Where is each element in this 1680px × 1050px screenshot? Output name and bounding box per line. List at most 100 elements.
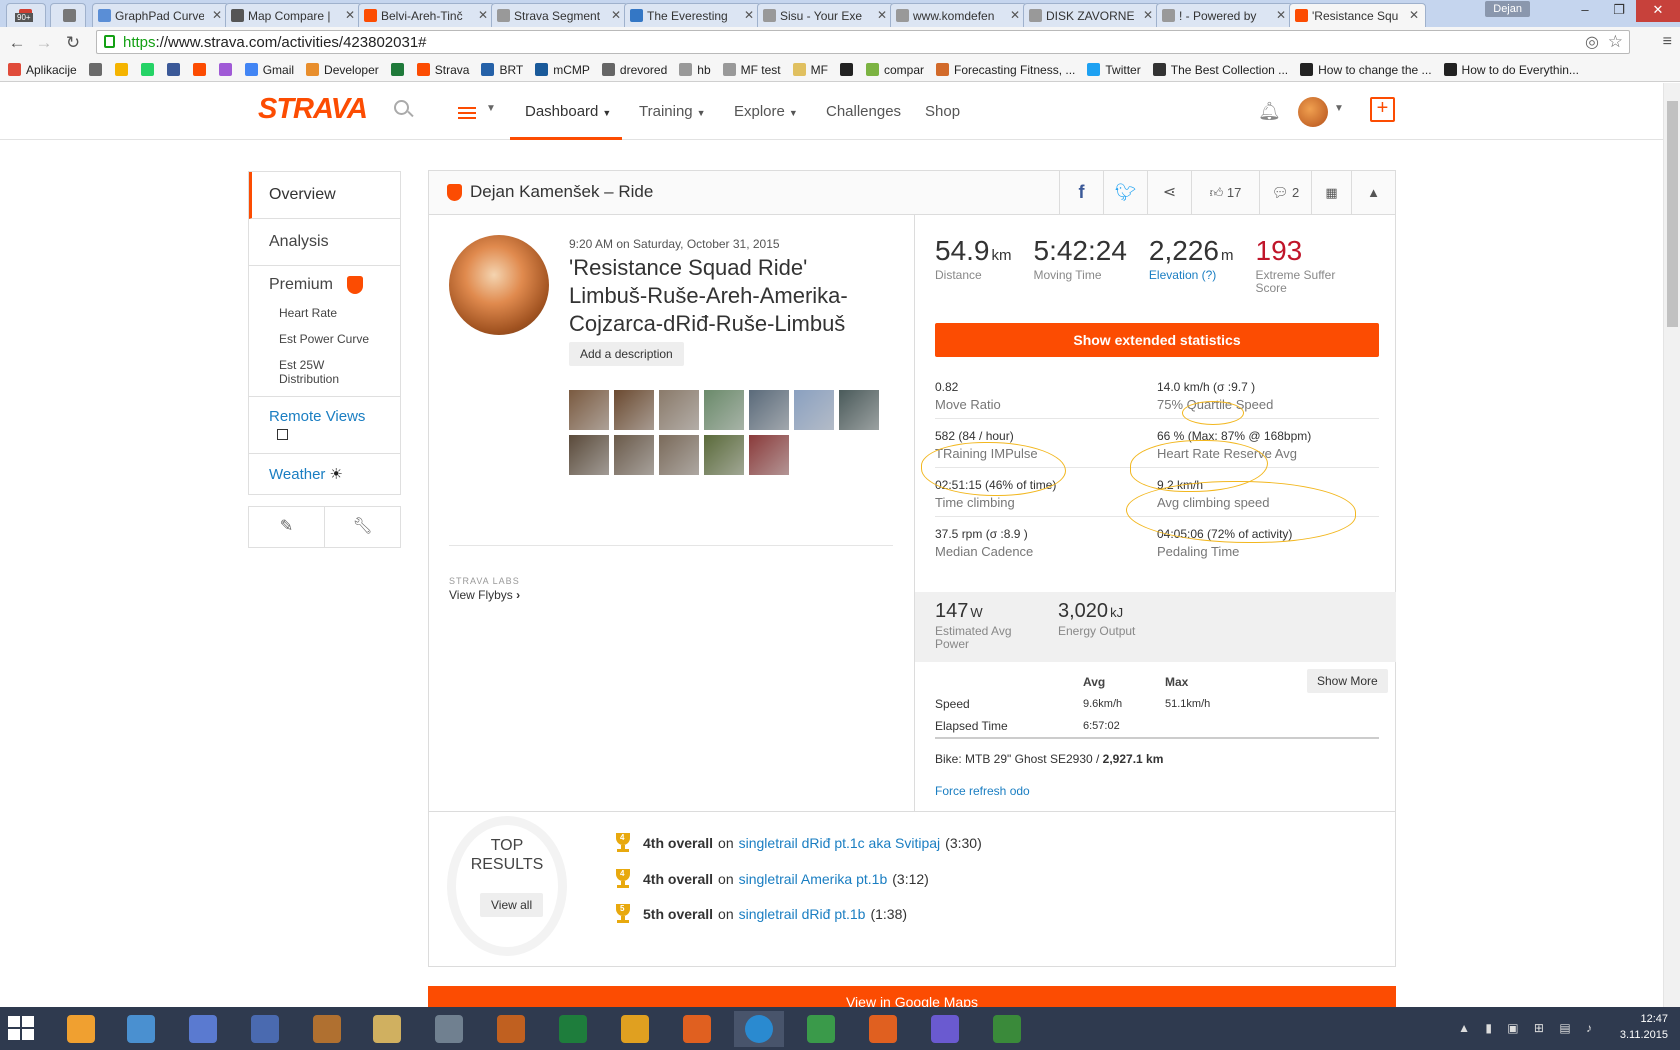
chrome-user-chip[interactable]: Dejan [1485, 1, 1530, 17]
activity-photo-thumbnail[interactable] [614, 435, 654, 475]
browser-tab[interactable]: Sisu - Your Exe ✕ [757, 3, 894, 27]
taskbar-app-icon[interactable] [610, 1011, 660, 1047]
close-tab-icon[interactable]: ✕ [478, 8, 488, 22]
nav-training[interactable]: Training ▼ [639, 103, 706, 120]
taskbar-app-icon[interactable] [362, 1011, 412, 1047]
bookmark-item[interactable]: drevored [601, 63, 667, 77]
browser-tab[interactable]: 'Resistance Squ ✕ [1289, 3, 1426, 27]
taskbar-app-icon[interactable] [424, 1011, 474, 1047]
taskbar-app-icon[interactable] [796, 1011, 846, 1047]
browser-tab[interactable]: Belvi-Areh-Tinč ✕ [358, 3, 495, 27]
sidenav-est-power-curve[interactable]: Est Power Curve [279, 332, 400, 346]
facebook-icon[interactable]: f [1059, 171, 1103, 214]
collapse-icon[interactable]: ▲ [1351, 171, 1395, 214]
sidenav-weather[interactable]: Weather ☀ [249, 454, 400, 494]
close-tab-icon[interactable]: ✕ [744, 8, 754, 22]
bookmark-item[interactable]: MF test [722, 63, 781, 77]
close-tab-icon[interactable]: ✕ [611, 8, 621, 22]
activity-photo-thumbnail[interactable] [614, 390, 654, 430]
system-tray-icons[interactable]: ▲ ▮ ▣ ⊞ ▤ ♪ [1458, 1021, 1598, 1035]
notification-bell-icon[interactable]: 🔔︎ [1258, 101, 1281, 122]
athlete-photo[interactable] [449, 235, 549, 335]
add-description-button[interactable]: Add a description [569, 342, 684, 366]
close-icon[interactable]: ✕ [1636, 0, 1680, 22]
bookmark-item[interactable] [114, 63, 133, 76]
forward-icon[interactable]: → [33, 32, 55, 54]
bookmark-item[interactable]: compar [865, 63, 924, 77]
bookmark-item[interactable]: hb [679, 63, 711, 77]
bookmark-item[interactable]: mCMP [535, 63, 590, 77]
close-tab-icon[interactable]: ✕ [1143, 8, 1153, 22]
browser-tab[interactable]: DISK ZAVORNE ✕ [1023, 3, 1160, 27]
close-tab-icon[interactable]: ✕ [212, 8, 222, 22]
bookmark-item[interactable]: Gmail [244, 63, 294, 77]
browser-tab[interactable]: www.komdefen ✕ [890, 3, 1027, 27]
twitter-icon[interactable]: 🐦︎ [1103, 171, 1147, 214]
bookmark-item[interactable]: Aplikacije [8, 63, 77, 77]
location-icon[interactable]: ◎ [1585, 32, 1599, 52]
force-refresh-odo-link[interactable]: Force refresh odo [935, 784, 1030, 798]
bookmark-item[interactable]: How to change the ... [1300, 63, 1432, 77]
taskbar-app-icon[interactable] [920, 1011, 970, 1047]
chrome-menu-icon[interactable]: ≡ [1663, 33, 1672, 51]
strava-logo[interactable]: STRAVA [258, 93, 368, 126]
bookmark-item[interactable] [390, 63, 409, 76]
browser-tab[interactable] [50, 3, 86, 27]
scrollbar-thumb[interactable] [1667, 101, 1678, 327]
qr-code-icon[interactable]: ▦ [1311, 171, 1351, 214]
kudos-button[interactable]: 👍︎ 17 [1191, 171, 1259, 214]
bookmark-item[interactable]: Forecasting Fitness, ... [936, 63, 1075, 77]
edit-pencil-icon[interactable]: ✎ [249, 507, 325, 547]
nav-dashboard[interactable]: Dashboard ▼ [525, 103, 611, 120]
comments-button[interactable]: 💬︎ 2 [1259, 171, 1311, 214]
address-bar[interactable]: https://www.strava.com/activities/423802… [96, 30, 1630, 54]
taskbar-app-icon[interactable] [302, 1011, 352, 1047]
activity-photo-thumbnail[interactable] [839, 390, 879, 430]
system-clock[interactable]: 12:47 3.11.2015 [1620, 1011, 1668, 1043]
browser-tab[interactable]: GraphPad Curve ✕ [92, 3, 229, 27]
browser-tab[interactable]: 90+ [6, 3, 46, 27]
sidenav-heart-rate[interactable]: Heart Rate [279, 306, 400, 320]
bookmark-item[interactable] [166, 63, 185, 76]
close-tab-icon[interactable]: ✕ [877, 8, 887, 22]
close-tab-icon[interactable]: ✕ [1276, 8, 1286, 22]
wrench-icon[interactable]: 🔧︎ [325, 507, 400, 547]
bookmark-item[interactable]: How to do Everythin... [1443, 63, 1579, 77]
back-icon[interactable]: ← [6, 32, 28, 54]
chevron-down-icon[interactable]: ▼ [1334, 103, 1344, 114]
bookmark-item[interactable] [839, 63, 858, 76]
bookmark-item[interactable]: The Best Collection ... [1152, 63, 1288, 77]
browser-tab[interactable]: Map Compare | ✕ [225, 3, 362, 27]
taskbar-app-icon[interactable] [672, 1011, 722, 1047]
avatar[interactable] [1298, 97, 1328, 127]
nav-challenges[interactable]: Challenges [826, 103, 901, 120]
bookmark-item[interactable] [192, 63, 211, 76]
browser-tab[interactable]: Strava Segment ✕ [491, 3, 628, 27]
elevation-help-link[interactable]: Elevation (?) [1149, 269, 1234, 282]
share-icon[interactable]: ⋖ [1147, 171, 1191, 214]
bookmark-star-icon[interactable]: ☆ [1608, 32, 1623, 52]
activity-photo-thumbnail[interactable] [794, 390, 834, 430]
taskbar-app-icon[interactable] [178, 1011, 228, 1047]
page-scrollbar[interactable] [1663, 83, 1680, 1007]
show-extended-statistics-button[interactable]: Show extended statistics [935, 323, 1379, 357]
taskbar-app-icon[interactable] [56, 1011, 106, 1047]
sidenav-overview[interactable]: Overview [249, 172, 400, 219]
close-tab-icon[interactable]: ✕ [1010, 8, 1020, 22]
minimize-icon[interactable]: – [1568, 0, 1602, 22]
segment-link[interactable]: singletrail Amerika pt.1b [739, 871, 888, 887]
view-flybys-link[interactable]: View Flybys › [449, 588, 520, 602]
browser-tab[interactable]: The Everesting ✕ [624, 3, 761, 27]
windows-start-icon[interactable] [8, 1016, 36, 1042]
bookmark-item[interactable]: Twitter [1087, 63, 1141, 77]
activity-photo-thumbnail[interactable] [569, 435, 609, 475]
activity-photo-thumbnail[interactable] [659, 435, 699, 475]
upload-plus-button[interactable]: + [1370, 97, 1395, 122]
segment-link[interactable]: singletrail dRiđ pt.1b [739, 906, 866, 922]
activity-photo-thumbnail[interactable] [749, 390, 789, 430]
segment-link[interactable]: singletrail dRiđ pt.1c aka Svitipaj [739, 835, 941, 851]
bookmark-item[interactable]: Strava [416, 63, 469, 77]
activity-photo-thumbnail[interactable] [749, 435, 789, 475]
bookmark-item[interactable] [88, 63, 107, 76]
nav-explore[interactable]: Explore ▼ [734, 103, 798, 120]
